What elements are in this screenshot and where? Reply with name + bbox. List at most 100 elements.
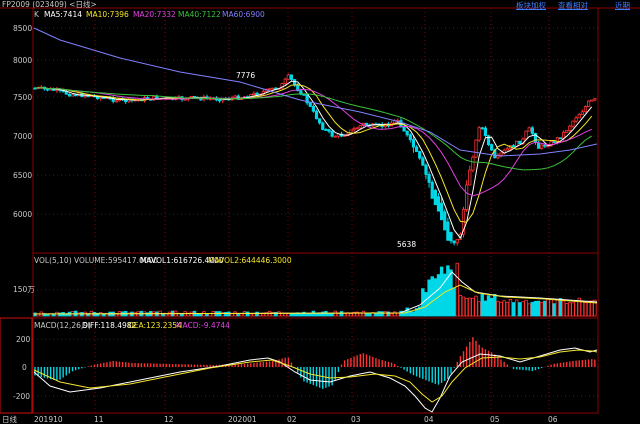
volume-bar [505,301,509,317]
candle-body [355,127,359,130]
candle-body [443,211,447,231]
volume-bar [527,303,531,317]
date-label-04: 04 [424,415,434,424]
candle-body [217,99,222,102]
candle-body [424,164,428,175]
legend-ma40: MA40:7122 [178,10,221,19]
candle-body [583,106,588,113]
candle-body [449,231,453,242]
volume-bar [305,313,309,317]
candle-body [86,95,90,98]
volume-bar [327,312,331,317]
candle-body [471,156,475,171]
recent-link[interactable]: 近期 [615,0,630,11]
candle-body [511,145,516,147]
diff-line [33,347,598,413]
volume-bar [580,301,585,317]
volume-bar [383,311,388,317]
candle-body [574,117,578,122]
candle-body [527,127,531,132]
volume-bar [474,295,478,317]
ma20-line [34,87,592,197]
volume-bar [536,300,541,317]
candle-body [558,137,563,140]
candle-body [327,129,331,132]
candle-body [192,96,197,98]
candle-body [302,93,306,96]
price-label-6000: 6000 [13,210,33,219]
candle-body [358,125,362,129]
volume-bar [565,302,569,317]
chart-frame [32,7,599,414]
candle-body [565,130,569,133]
candle-body [333,135,337,138]
candle-body [483,127,488,137]
date-label-12: 12 [164,415,174,424]
volume-bar [361,310,366,317]
volume-bar [533,300,538,317]
relative-view-link[interactable]: 查看相对 [558,0,588,11]
candle-body [518,140,522,144]
volume-bar [486,295,491,317]
macd-label-200: 200 [16,335,31,344]
volume-bar [496,300,500,317]
macd-label-0: 0 [22,363,27,372]
volume-bar [543,300,547,317]
timeframe-label: 日线 [2,415,17,424]
candle-body [114,100,118,103]
volume-bar [433,278,438,317]
volume-bar [392,311,397,317]
volume-bar [245,311,250,317]
legend-ma60: MA60:6900 [222,10,265,19]
candle-body [427,174,431,183]
volume-bar [561,300,566,317]
candle-body [314,110,319,120]
volume-bar [255,311,259,317]
candle-body [252,92,256,96]
candle-body [536,142,541,149]
candle-body [577,114,581,119]
candle-body [67,93,72,97]
volume-bar [292,313,297,317]
candle-body [343,135,347,138]
volume-bar [480,293,484,317]
candle-body [233,95,237,99]
volume-bar [239,313,244,317]
volume-bar [430,276,434,317]
legend-dea: DEA:123.2354 [128,321,182,330]
volume-bar [339,311,344,317]
volume-bar [258,313,262,317]
candle-body [364,122,369,126]
volume-axis-label: 150万 [13,285,35,294]
window-title: FP2009 (023409) <日线> [2,0,97,9]
date-label-03: 03 [351,415,361,424]
candle-body [477,127,481,141]
price-label-7000: 7000 [13,132,33,141]
sector-weight-link[interactable]: 板块加权 [516,0,546,11]
volume-bar [330,313,334,317]
volume-bar [227,311,231,317]
volume-bar [540,301,544,317]
volume-bar [583,302,588,317]
volume-bar [439,266,444,317]
volume-bar [586,300,591,317]
candle-body [408,134,412,140]
volume-bar [180,313,184,317]
legend-ma5: MA5:7414 [44,10,82,19]
volume-bar [380,311,384,317]
candle-body [183,98,187,101]
volume-bar [230,313,234,317]
low-price-annotation: 5638 [397,240,417,249]
candle-body [452,240,456,244]
candle-body [433,189,437,206]
volume-bar [458,295,463,317]
high-price-annotation: 7776 [236,71,256,80]
candle-body [446,221,450,241]
volume-bar [530,301,535,317]
candle-body [430,181,434,199]
candle-body [505,148,509,151]
candle-body [421,157,425,166]
volume-bar [574,300,578,317]
chart-canvas[interactable] [0,0,640,424]
volume-bar [468,297,472,317]
